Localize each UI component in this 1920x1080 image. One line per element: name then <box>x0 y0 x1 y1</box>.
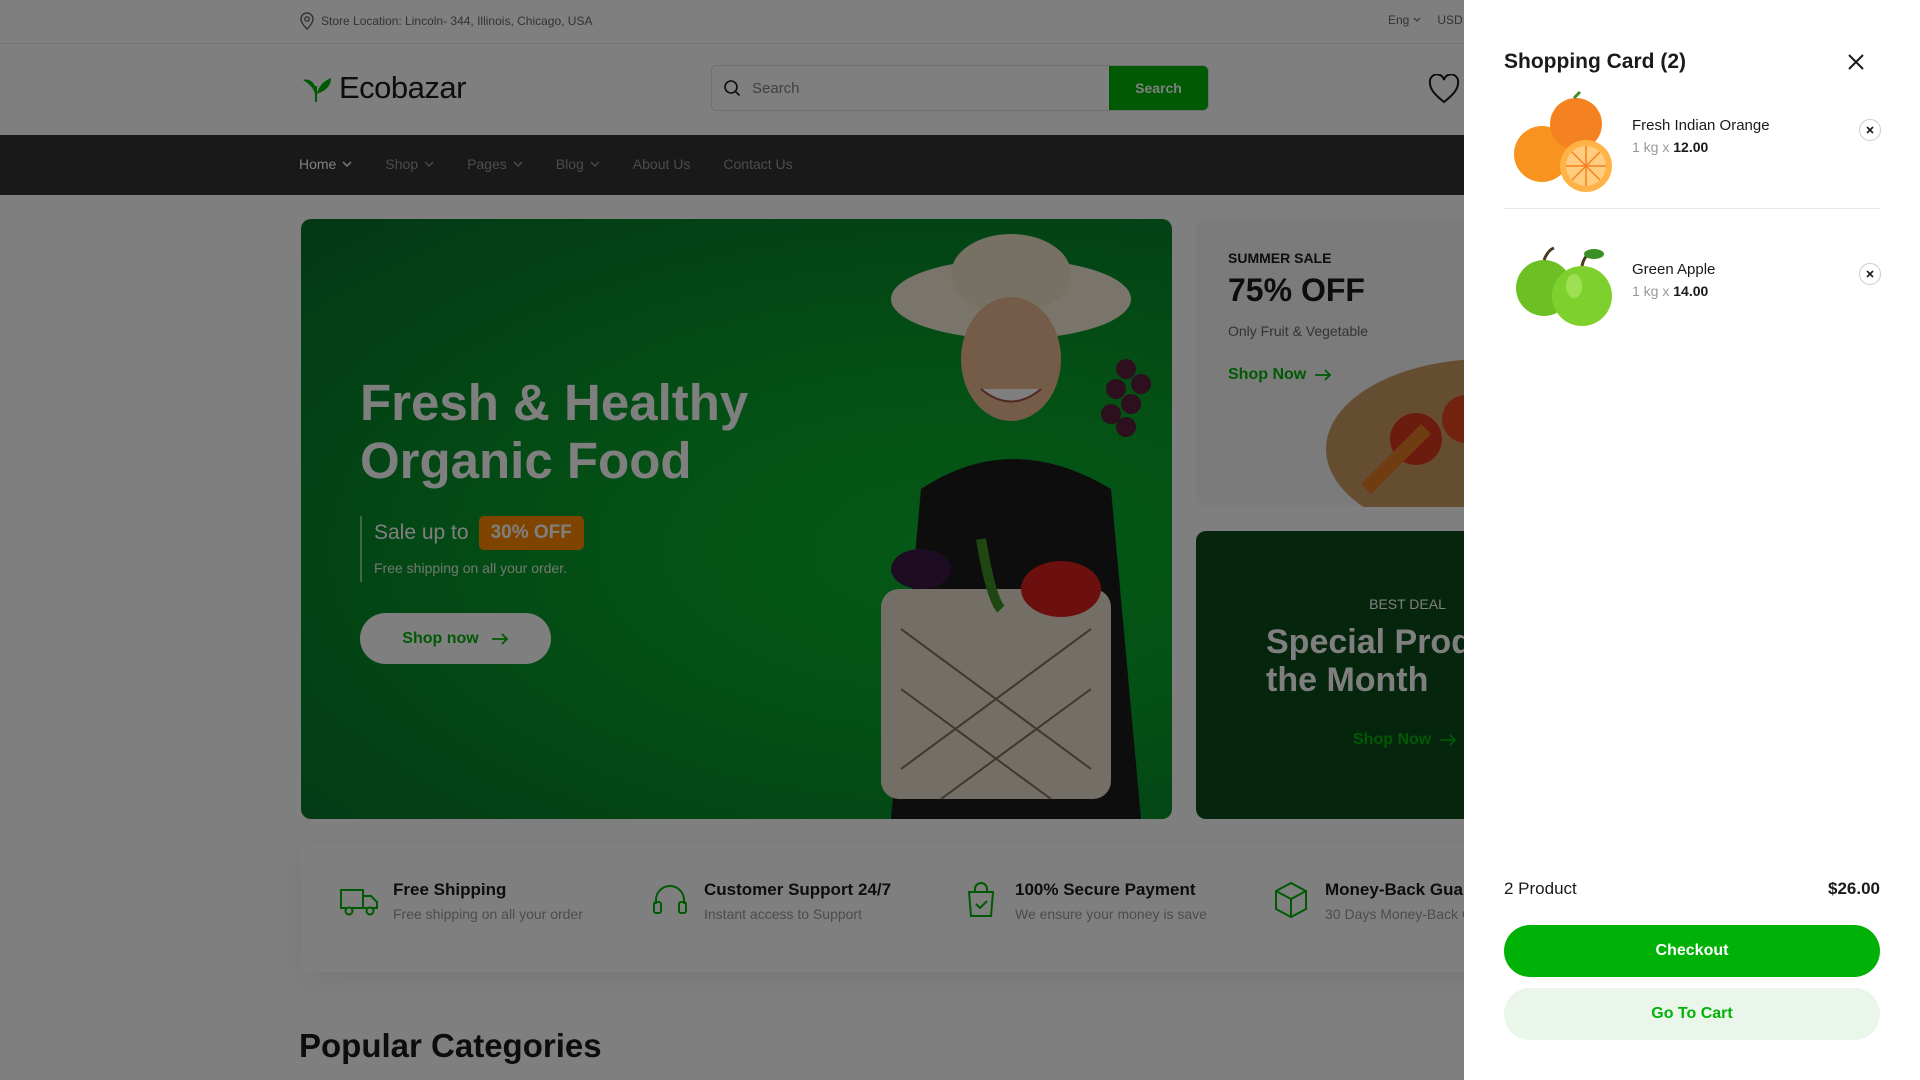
cart-divider <box>1504 208 1880 209</box>
close-icon[interactable] <box>1844 50 1868 74</box>
cart-total: $26.00 <box>1828 879 1880 898</box>
cart-item-unit: 1 kg x <box>1632 139 1670 155</box>
checkout-button[interactable]: Checkout <box>1504 925 1880 977</box>
shopping-cart-drawer: Shopping Card (2) Fresh Indian Orange 1 … <box>1464 0 1920 1080</box>
remove-item-button[interactable] <box>1859 119 1881 141</box>
green-apple-product-image <box>1516 246 1612 326</box>
cart-item-name: Fresh Indian Orange <box>1632 117 1770 134</box>
cart-item-name: Green Apple <box>1632 261 1716 278</box>
cart-item-price: 14.00 <box>1673 283 1709 299</box>
cart-item: Green Apple 1 kg x 14.00 <box>1504 228 1881 352</box>
orange-product-image <box>1514 90 1612 192</box>
go-to-cart-button[interactable]: Go To Cart <box>1504 988 1880 1040</box>
cart-product-count: 2 Product <box>1504 879 1577 898</box>
cart-summary: 2 Product $26.00 <box>1504 879 1880 899</box>
cart-item-qty: 1 kg x 12.00 <box>1632 139 1708 155</box>
close-icon <box>1866 126 1874 134</box>
cart-title: Shopping Card (2) <box>1504 50 1686 73</box>
close-icon <box>1866 270 1874 278</box>
cart-item-unit: 1 kg x <box>1632 283 1670 299</box>
cart-item-qty: 1 kg x 14.00 <box>1632 283 1708 299</box>
cart-item-price: 12.00 <box>1673 139 1709 155</box>
cart-item: Fresh Indian Orange 1 kg x 12.00 <box>1504 84 1881 208</box>
remove-item-button[interactable] <box>1859 263 1881 285</box>
